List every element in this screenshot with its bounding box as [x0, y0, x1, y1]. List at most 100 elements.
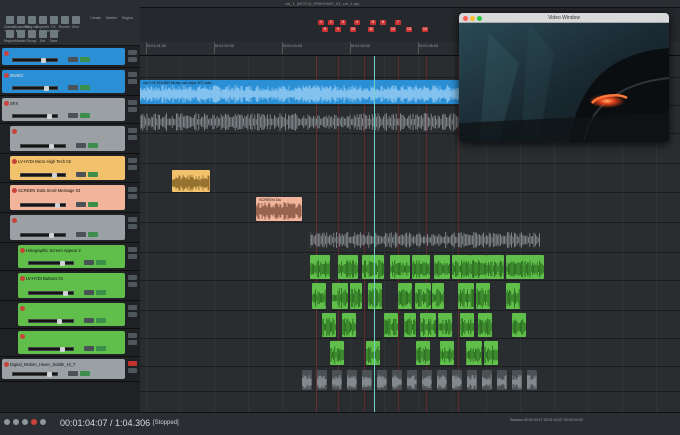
track-8[interactable]: Holographic Screen Appear 2 — [0, 243, 140, 271]
fx-button[interactable] — [88, 232, 98, 237]
marker-11[interactable]: 11 — [368, 27, 374, 32]
route-button[interactable] — [68, 57, 78, 62]
media-item[interactable] — [332, 283, 348, 309]
media-item[interactable] — [460, 313, 474, 337]
track-header[interactable] — [18, 331, 125, 354]
solo-icon[interactable] — [128, 79, 137, 84]
media-item[interactable] — [484, 341, 498, 365]
media-item[interactable] — [412, 255, 430, 279]
fx-button[interactable] — [96, 346, 106, 351]
volume-fader[interactable] — [20, 144, 66, 149]
media-item[interactable]: vid 1+4 SOUND Music cut copy 007.wav — [140, 80, 462, 104]
fx-button[interactable] — [96, 260, 106, 265]
media-item[interactable] — [512, 370, 522, 390]
mute-icon[interactable] — [128, 247, 137, 252]
media-item[interactable] — [478, 313, 492, 337]
media-item[interactable] — [422, 370, 432, 390]
track-4[interactable] — [0, 124, 140, 154]
media-item[interactable] — [392, 370, 402, 390]
route-button[interactable] — [84, 346, 94, 351]
media-item[interactable] — [432, 283, 444, 309]
track-name[interactable]: MUSIC — [10, 73, 24, 78]
playhead-cursor[interactable] — [374, 56, 375, 412]
volume-fader[interactable] — [12, 86, 58, 91]
track-1[interactable] — [0, 46, 140, 68]
fader-knob[interactable] — [52, 173, 57, 178]
mute-icon[interactable] — [128, 158, 137, 163]
media-item[interactable] — [322, 313, 336, 337]
solo-icon[interactable] — [128, 194, 137, 199]
fader-knob[interactable] — [47, 114, 52, 119]
marker-6[interactable]: 6 — [380, 20, 386, 25]
fx-button[interactable] — [88, 202, 98, 207]
fx-button[interactable] — [88, 143, 98, 148]
marker-5[interactable]: 5 — [370, 20, 376, 25]
record-arm-icon[interactable] — [4, 101, 9, 106]
track-name[interactable]: LV-HYDI Buttons 01 — [26, 276, 63, 281]
media-item[interactable] — [350, 283, 362, 309]
track-header[interactable] — [10, 215, 125, 240]
volume-fader[interactable] — [28, 319, 74, 324]
fader-knob[interactable] — [49, 144, 54, 149]
media-item[interactable] — [434, 255, 450, 279]
track-10[interactable] — [0, 301, 140, 329]
route-button[interactable] — [84, 290, 94, 295]
video-window[interactable]: Video Window — [459, 13, 669, 142]
media-item[interactable] — [310, 255, 330, 279]
mute-icon[interactable] — [128, 275, 137, 280]
media-item[interactable] — [438, 313, 452, 337]
media-item[interactable] — [452, 370, 462, 390]
fader-knob[interactable] — [44, 86, 49, 91]
route-button[interactable] — [76, 172, 86, 177]
track-3[interactable]: SFX — [0, 96, 140, 124]
toolbar-button-glue[interactable]: Glue — [69, 16, 82, 36]
media-item[interactable] — [497, 370, 507, 390]
media-item[interactable] — [302, 370, 312, 390]
media-item[interactable] — [317, 370, 327, 390]
fx-button[interactable] — [80, 57, 90, 62]
record-arm-icon[interactable] — [20, 248, 25, 253]
fx-button[interactable] — [80, 85, 90, 90]
record-arm-icon[interactable] — [4, 73, 9, 78]
media-item[interactable] — [506, 255, 526, 279]
media-item[interactable] — [347, 370, 357, 390]
solo-icon[interactable] — [128, 368, 137, 373]
track-name[interactable]: SFX — [10, 101, 18, 106]
track-name[interactable]: Digital_Motion_Hover_Subtle_Hi_7 — [10, 362, 75, 367]
fader-knob[interactable] — [63, 291, 68, 296]
mute-icon[interactable] — [128, 217, 137, 222]
volume-fader[interactable] — [20, 233, 66, 238]
media-item[interactable] — [398, 283, 412, 309]
fader-knob[interactable] — [57, 319, 62, 324]
track-7[interactable] — [0, 213, 140, 243]
solo-icon[interactable] — [128, 165, 137, 170]
track-lane[interactable] — [140, 193, 680, 223]
record-arm-icon[interactable] — [12, 129, 17, 134]
marker-13[interactable]: 13 — [406, 27, 412, 32]
fader-knob[interactable] — [55, 203, 60, 208]
media-item[interactable] — [407, 370, 417, 390]
record-arm-icon[interactable] — [20, 276, 25, 281]
media-item[interactable] — [440, 341, 454, 365]
volume-fader[interactable] — [20, 203, 66, 208]
track-header[interactable]: MUSIC — [2, 70, 125, 93]
track-lane[interactable] — [140, 253, 680, 281]
media-item[interactable] — [330, 341, 344, 365]
route-button[interactable] — [84, 318, 94, 323]
record-arm-icon[interactable] — [12, 159, 17, 164]
mute-icon[interactable] — [128, 100, 137, 105]
track-11[interactable] — [0, 329, 140, 357]
media-item[interactable] — [366, 341, 380, 365]
media-item[interactable] — [437, 370, 447, 390]
track-lane[interactable] — [140, 164, 680, 193]
play-icon[interactable] — [22, 419, 28, 425]
solo-icon[interactable] — [128, 107, 137, 112]
media-item[interactable] — [384, 313, 398, 337]
marker-8[interactable]: 8 — [322, 27, 328, 32]
stop-icon[interactable] — [13, 419, 19, 425]
media-item[interactable] — [420, 313, 436, 337]
marker-12[interactable]: 12 — [390, 27, 396, 32]
media-item[interactable] — [338, 255, 358, 279]
track-12[interactable]: Digital_Motion_Hover_Subtle_Hi_7 — [0, 357, 140, 382]
track-header[interactable] — [2, 48, 125, 65]
